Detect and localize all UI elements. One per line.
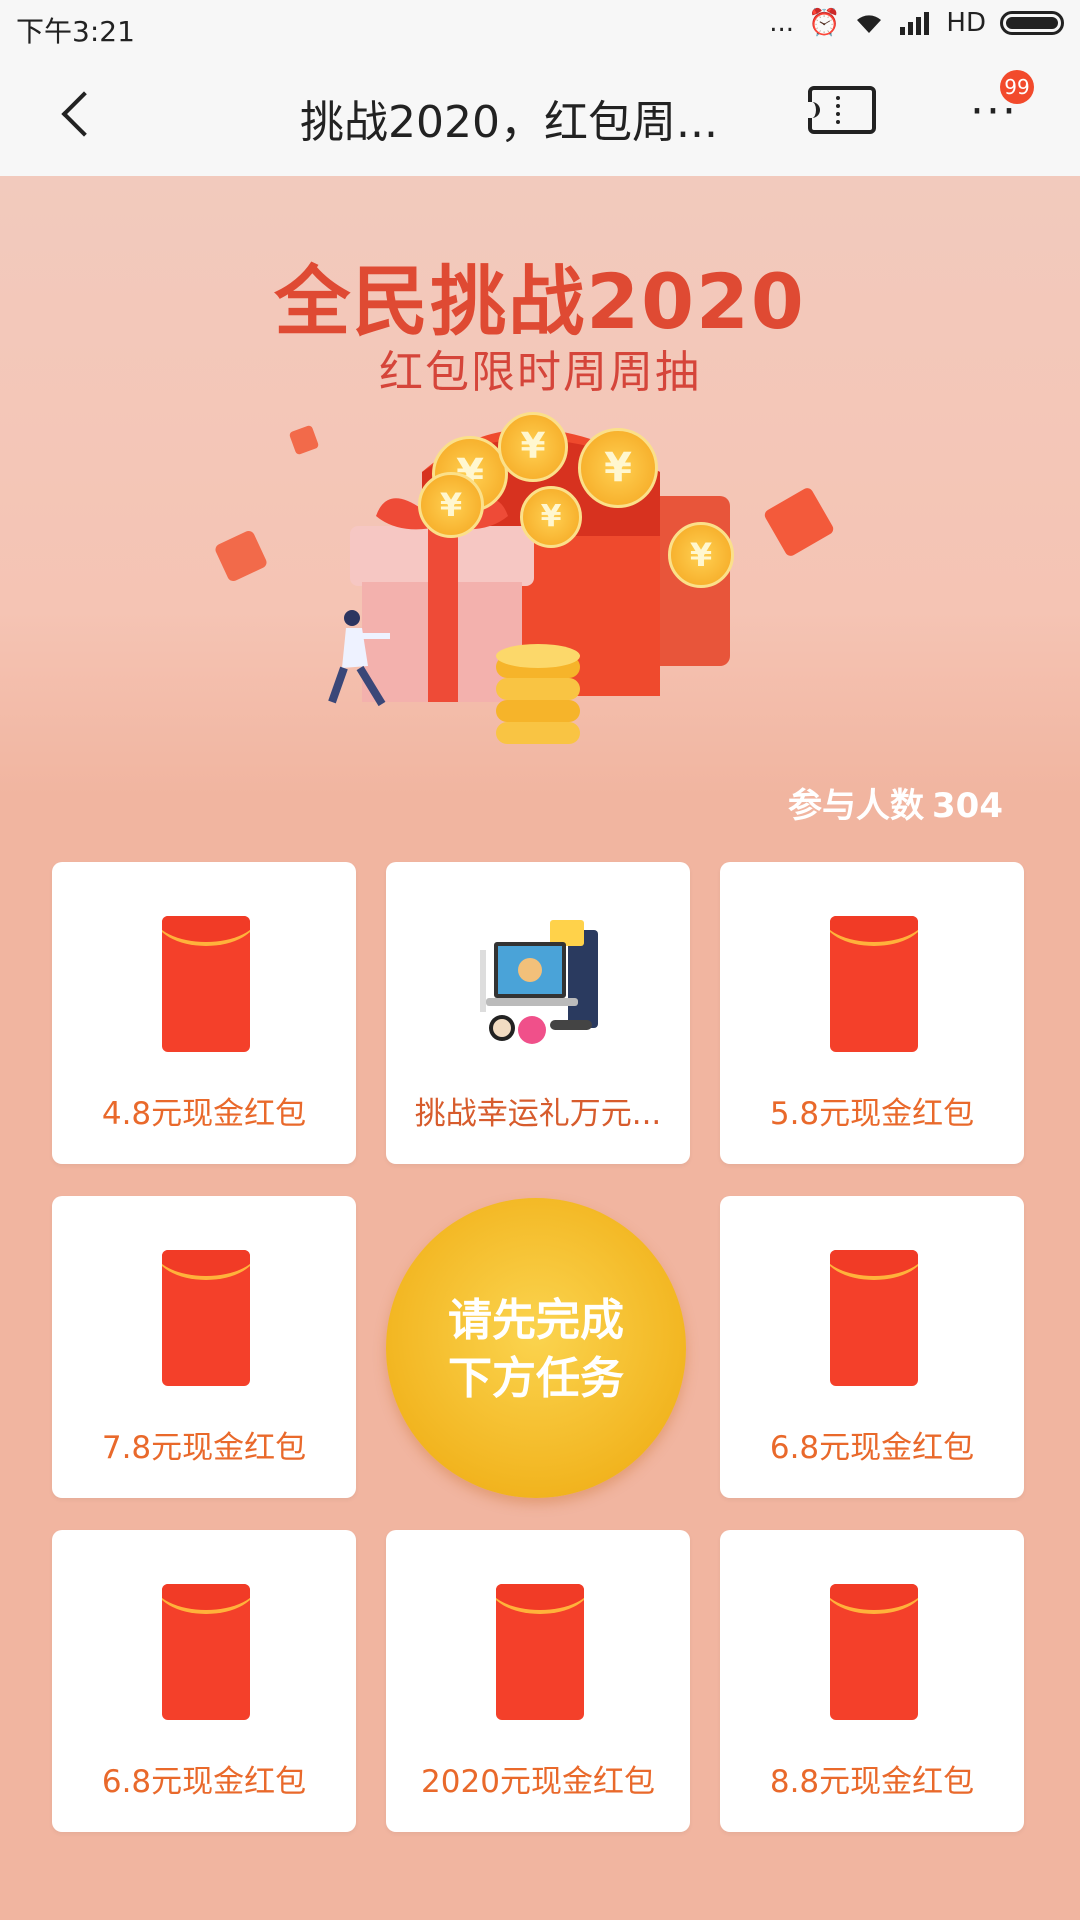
- red-envelope-icon: [162, 1584, 250, 1720]
- start-draw-button[interactable]: 请先完成 下方任务: [386, 1198, 686, 1498]
- start-draw-line1: 请先完成: [448, 1295, 624, 1346]
- hero-banner: 全民挑战2020 红包限时周周抽 ¥ ¥ ¥ ¥ ¥ ¥: [0, 176, 1080, 796]
- wifi-icon: [857, 15, 882, 33]
- status-bar: 下午3:21 ... ⏰ HD: [0, 0, 1080, 56]
- ticket-button[interactable]: [808, 86, 882, 142]
- start-draw-line2: 下方任务: [448, 1353, 624, 1404]
- prize-label: 挑战幸运礼万元...: [414, 1096, 662, 1132]
- coin-icon: ¥: [418, 472, 484, 538]
- notification-badge: 99: [1000, 70, 1034, 104]
- prize-tile[interactable]: 2020元现金红包: [386, 1530, 690, 1832]
- prize-label: 5.8元现金红包: [769, 1096, 975, 1132]
- more-dots-icon: ...: [769, 8, 795, 38]
- battery-icon: [1000, 11, 1064, 35]
- alarm-icon: ⏰: [808, 8, 841, 38]
- red-envelope-icon: [496, 1584, 584, 1720]
- prize-tile[interactable]: 5.8元现金红包: [720, 862, 1024, 1164]
- app-header: 挑战2020，红包周... ··· 99: [0, 56, 1080, 177]
- cell-signal-icon: [900, 12, 930, 35]
- prize-tile[interactable]: 6.8元现金红包: [720, 1196, 1024, 1498]
- prize-tile[interactable]: 6.8元现金红包: [52, 1530, 356, 1832]
- prize-label: 8.8元现金红包: [769, 1764, 975, 1800]
- prize-label: 7.8元现金红包: [101, 1430, 307, 1466]
- hero-title: 全民挑战2020: [274, 257, 806, 346]
- coin-icon: ¥: [668, 522, 734, 588]
- coin-icon: ¥: [578, 428, 658, 508]
- back-button[interactable]: [52, 84, 112, 148]
- prize-tile[interactable]: 挑战幸运礼万元...: [386, 862, 690, 1164]
- prize-label: 6.8元现金红包: [101, 1764, 307, 1800]
- prize-tile[interactable]: 4.8元现金红包: [52, 862, 356, 1164]
- chevron-left-icon: [61, 91, 107, 137]
- start-draw-text: 请先完成 下方任务: [386, 1292, 686, 1408]
- red-envelope-icon: [162, 1250, 250, 1386]
- hd-label: HD: [946, 8, 986, 38]
- red-envelope-icon: [830, 1250, 918, 1386]
- red-envelope-icon: [162, 916, 250, 1052]
- prize-label: 4.8元现金红包: [101, 1096, 307, 1132]
- participant-number: 304: [932, 786, 1003, 826]
- red-envelope-icon: [830, 916, 918, 1052]
- status-time: 下午3:21: [16, 15, 135, 48]
- prize-tile[interactable]: 7.8元现金红包: [52, 1196, 356, 1498]
- prize-bundle-image: [480, 920, 598, 1044]
- coin-icon: ¥: [498, 412, 568, 482]
- red-envelope-icon: [830, 1584, 918, 1720]
- status-icons: ... ⏰ HD: [769, 8, 1064, 38]
- participant-label: 参与人数: [788, 786, 924, 826]
- participant-count: 参与人数 304: [780, 778, 1003, 827]
- coin-icon: ¥: [520, 486, 582, 548]
- prize-label: 6.8元现金红包: [769, 1430, 975, 1466]
- ticket-icon: [808, 86, 876, 134]
- prize-tile[interactable]: 8.8元现金红包: [720, 1530, 1024, 1832]
- prize-label: 2020元现金红包: [421, 1764, 655, 1800]
- page-title: 挑战2020，红包周...: [300, 97, 718, 148]
